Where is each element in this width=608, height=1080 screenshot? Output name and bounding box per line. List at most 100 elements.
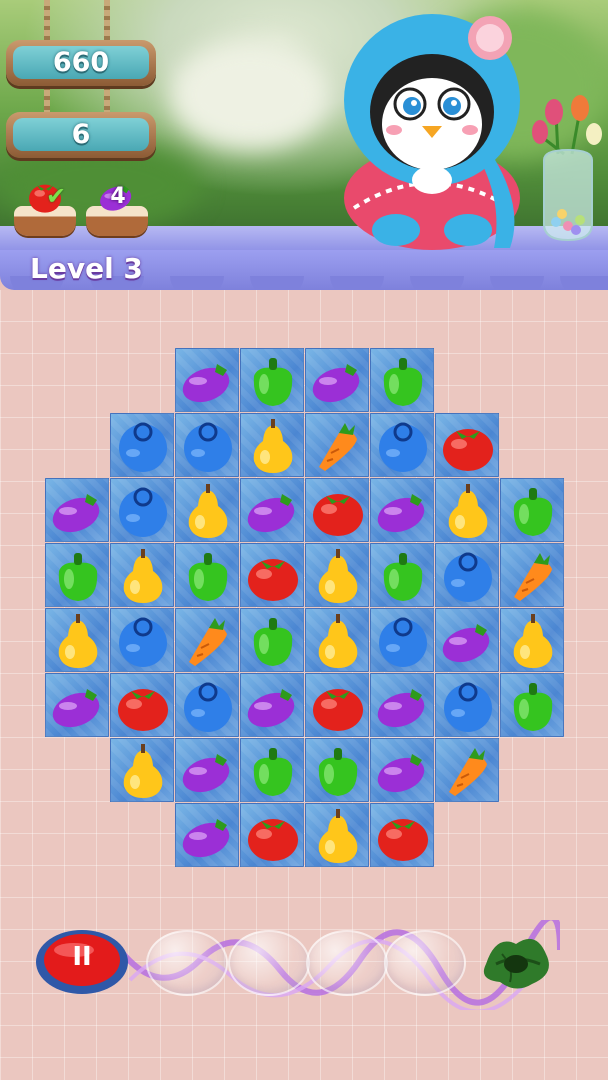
board-cell[interactable] (305, 543, 369, 607)
board-cell[interactable] (240, 673, 304, 737)
board-cell[interactable] (500, 478, 564, 542)
board-cell[interactable] (500, 543, 564, 607)
pear-icon (318, 549, 358, 603)
eggplant-icon (182, 364, 230, 403)
eggplant-icon (52, 689, 100, 728)
board-cell[interactable] (175, 413, 239, 477)
eggplant-icon (182, 754, 230, 793)
board-cell[interactable] (110, 608, 174, 672)
board-cell[interactable] (370, 348, 434, 412)
flower-vase (532, 95, 602, 242)
blueberry-icon (184, 422, 232, 472)
board-cell[interactable] (435, 608, 499, 672)
board-cell[interactable] (45, 543, 109, 607)
blueberry-icon (379, 617, 427, 667)
board-cell[interactable] (305, 608, 369, 672)
board-cell[interactable] (45, 608, 109, 672)
carrot-icon (449, 748, 487, 796)
eggplant-icon (377, 754, 425, 793)
pepper-icon (383, 358, 423, 406)
board-cell[interactable] (500, 608, 564, 672)
board-cell[interactable] (45, 673, 109, 737)
moves-sign: 6 (6, 112, 156, 158)
board-cell[interactable] (370, 738, 434, 802)
board-cell[interactable] (240, 478, 304, 542)
board-cell[interactable] (175, 803, 239, 867)
board-cell[interactable] (240, 738, 304, 802)
pear-icon (123, 549, 163, 603)
board-cell[interactable] (305, 803, 369, 867)
board-cell[interactable] (370, 543, 434, 607)
goal-count: 4 (110, 183, 126, 209)
board-cell[interactable] (435, 413, 499, 477)
blueberry-icon (119, 617, 167, 667)
eggplant-icon (377, 494, 425, 533)
board-cell[interactable] (370, 608, 434, 672)
board-cell[interactable] (305, 738, 369, 802)
booster-slot (146, 930, 228, 996)
eggplant-icon (442, 624, 490, 663)
moves-value: 6 (71, 119, 91, 150)
pepper-icon (253, 748, 293, 796)
board-cell[interactable] (305, 348, 369, 412)
board-cell[interactable] (110, 478, 174, 542)
board-cell[interactable] (110, 413, 174, 477)
board-cell[interactable] (110, 673, 174, 737)
board-cell[interactable] (175, 608, 239, 672)
board-cell[interactable] (370, 413, 434, 477)
board-cell[interactable] (435, 543, 499, 607)
eggplant-icon (312, 364, 360, 403)
board-cell[interactable] (110, 543, 174, 607)
board-cell[interactable] (500, 673, 564, 737)
goal-tomato: ✔ (12, 172, 78, 242)
board-cell[interactable] (305, 413, 369, 477)
pepper-icon (513, 683, 553, 731)
board-cell[interactable] (240, 608, 304, 672)
pepper-icon (253, 618, 293, 666)
blueberry-icon (119, 487, 167, 537)
board-cell[interactable] (175, 478, 239, 542)
pause-button[interactable]: II (34, 926, 130, 996)
board-cell[interactable] (240, 413, 304, 477)
tomato-icon (313, 494, 363, 536)
blueberry-icon (119, 422, 167, 472)
pear-icon (188, 484, 228, 538)
board-cell[interactable] (370, 803, 434, 867)
board-cell[interactable] (370, 673, 434, 737)
pear-icon (253, 419, 293, 473)
check-icon: ✔ (46, 182, 67, 210)
eggplant-icon (182, 819, 230, 858)
eggplant-icon (247, 689, 295, 728)
board-cell[interactable] (175, 673, 239, 737)
booster-slot (306, 930, 388, 996)
eggplant-icon (52, 494, 100, 533)
level-label: Level 3 (30, 252, 143, 285)
board-cell[interactable] (305, 673, 369, 737)
board-cell[interactable] (175, 543, 239, 607)
board-cell[interactable] (45, 478, 109, 542)
eggplant-icon (247, 494, 295, 533)
board-cell[interactable] (240, 803, 304, 867)
board-cell[interactable] (305, 478, 369, 542)
board-cell[interactable] (240, 543, 304, 607)
pepper-icon (58, 553, 98, 601)
board-cell[interactable] (370, 478, 434, 542)
carrot-icon (189, 618, 227, 666)
board-cell[interactable] (240, 348, 304, 412)
board-cell[interactable] (175, 348, 239, 412)
pear-icon (513, 614, 553, 668)
booster-slot (384, 930, 466, 996)
board-cell[interactable] (435, 673, 499, 737)
board-cell[interactable] (435, 738, 499, 802)
pepper-icon (253, 358, 293, 406)
board-cell[interactable] (110, 738, 174, 802)
pear-icon (123, 744, 163, 798)
blueberry-icon (184, 682, 232, 732)
pear-icon (448, 484, 488, 538)
pause-label: II (72, 942, 92, 972)
board-cell[interactable] (175, 738, 239, 802)
tomato-icon (313, 689, 363, 731)
pear-icon (318, 809, 358, 863)
score-sign: 660 (6, 40, 156, 86)
board-cell[interactable] (435, 478, 499, 542)
